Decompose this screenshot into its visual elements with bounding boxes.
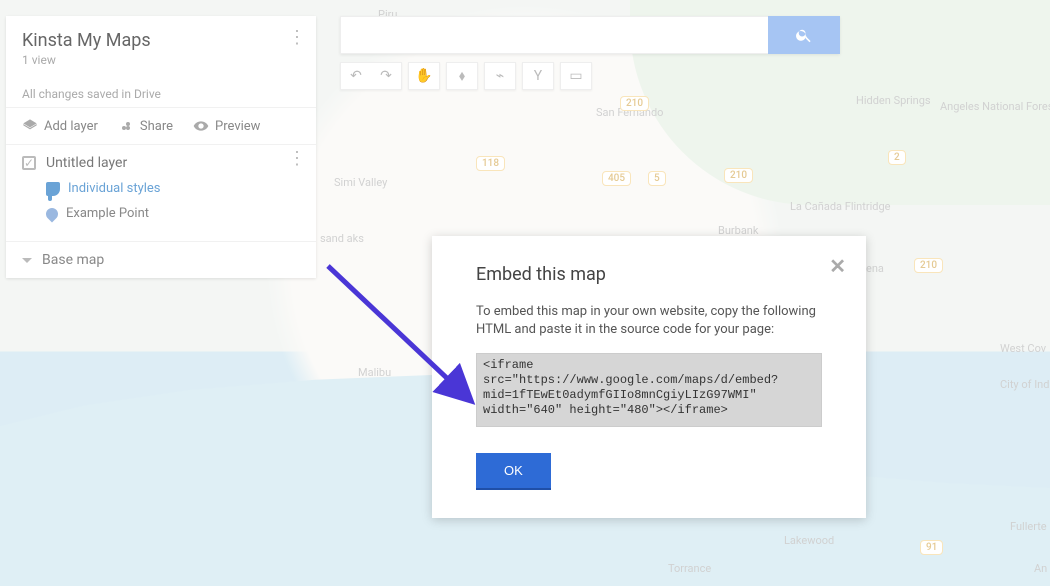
modal-title: Embed this map — [476, 264, 822, 285]
polyline-icon: ⌁ — [496, 68, 504, 84]
map-place-label: Hidden Springs — [856, 94, 931, 107]
hand-icon: ✋ — [415, 68, 432, 84]
highway-shield: 5 — [648, 171, 666, 186]
map-place-label: An — [1034, 562, 1047, 575]
paint-roller-icon — [46, 182, 60, 196]
highway-shield: 210 — [724, 168, 753, 183]
share-label: Share — [140, 119, 173, 134]
layer-checkbox[interactable]: ✓ — [22, 156, 36, 170]
base-map-button[interactable]: Base map — [6, 241, 316, 278]
map-place-label: West Cov — [1000, 342, 1046, 355]
add-layer-button[interactable]: Add layer — [22, 118, 98, 134]
share-button[interactable]: Share — [118, 118, 173, 134]
undo-button[interactable]: ↶ — [341, 63, 371, 89]
save-status: All changes saved in Drive — [22, 87, 300, 101]
map-place-label: City of Industry — [1000, 378, 1050, 391]
add-marker-button[interactable]: ⬧ — [447, 63, 477, 89]
directions-button[interactable]: Y — [523, 63, 553, 89]
marker-icon: ⬧ — [459, 68, 465, 84]
embed-code-textarea[interactable] — [476, 353, 822, 427]
modal-description: To embed this map in your own website, c… — [476, 303, 822, 339]
preview-button[interactable]: Preview — [193, 118, 260, 134]
search-input[interactable] — [340, 16, 768, 54]
side-panel: Kinsta My Maps 1 view All changes saved … — [6, 16, 316, 278]
chevron-down-icon — [22, 258, 32, 263]
highway-shield: 210 — [620, 96, 649, 111]
redo-icon: ↷ — [380, 68, 392, 84]
redo-button[interactable]: ↷ — [371, 63, 401, 89]
pan-button[interactable]: ✋ — [409, 63, 439, 89]
view-count: 1 view — [22, 53, 300, 67]
highway-shield: 405 — [602, 171, 631, 186]
ruler-icon: ▭ — [569, 68, 582, 84]
map-place-label: La Cañada Flintridge — [790, 200, 890, 213]
layer-title-label: Untitled layer — [46, 155, 127, 171]
search-button[interactable] — [768, 16, 840, 54]
search-bar — [340, 16, 840, 54]
highway-shield: 210 — [914, 258, 943, 273]
map-title[interactable]: Kinsta My Maps — [22, 30, 300, 51]
map-place-label: Simi Valley — [334, 176, 387, 189]
directions-icon: Y — [534, 68, 542, 84]
draw-line-button[interactable]: ⌁ — [485, 63, 515, 89]
eye-icon — [193, 118, 209, 134]
pin-icon — [44, 205, 61, 222]
map-place-label: Malibu — [358, 366, 391, 379]
base-map-label: Base map — [42, 252, 104, 268]
measure-button[interactable]: ▭ — [561, 63, 591, 89]
undo-icon: ↶ — [350, 68, 362, 84]
map-menu-icon[interactable]: ⋮ — [288, 34, 306, 41]
map-place-label: ena — [866, 262, 884, 275]
preview-label: Preview — [215, 119, 260, 134]
highway-shield: 2 — [888, 150, 906, 165]
search-icon — [795, 26, 813, 44]
individual-styles-button[interactable]: Individual styles — [46, 181, 300, 196]
highway-shield: 118 — [476, 156, 505, 171]
close-icon: ✕ — [829, 254, 846, 278]
layers-icon — [22, 118, 38, 134]
layer-menu-icon[interactable]: ⋮ — [288, 155, 306, 162]
map-place-label: Torrance — [668, 562, 711, 575]
close-button[interactable]: ✕ — [829, 254, 846, 278]
point-label: Example Point — [66, 206, 149, 221]
map-place-label: sand aks — [320, 232, 364, 245]
highway-shield: 91 — [920, 540, 943, 555]
map-place-label: Lakewood — [784, 534, 834, 547]
map-tools: ↶ ↷ ✋ ⬧ ⌁ Y ▭ — [340, 62, 592, 90]
styles-label: Individual styles — [68, 181, 161, 196]
share-icon — [118, 118, 134, 134]
embed-modal: ✕ Embed this map To embed this map in yo… — [432, 236, 866, 518]
ok-button[interactable]: OK — [476, 453, 551, 490]
example-point-item[interactable]: Example Point — [46, 206, 300, 221]
add-layer-label: Add layer — [44, 119, 98, 134]
map-place-label: Fullerte — [1010, 520, 1047, 533]
map-place-label: Angeles National Forest — [940, 100, 1050, 113]
layer-item[interactable]: ✓ Untitled layer — [22, 155, 300, 171]
